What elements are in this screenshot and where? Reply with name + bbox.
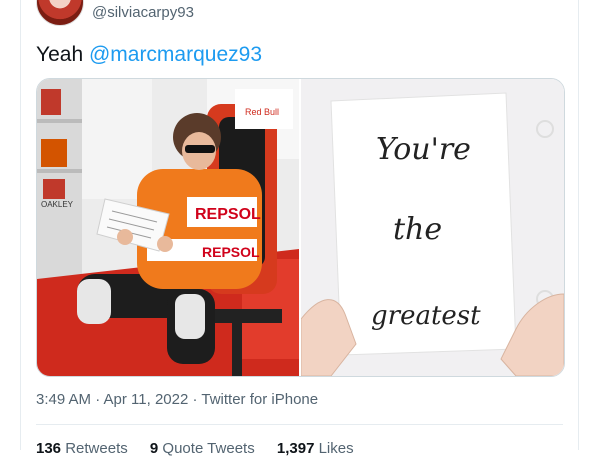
card-line-2: the bbox=[393, 212, 442, 247]
likes-count: 1,397 bbox=[276, 440, 315, 457]
card-border-right bbox=[578, 0, 579, 450]
svg-text:REPSOL: REPSOL bbox=[202, 244, 260, 260]
svg-text:OAKLEY: OAKLEY bbox=[41, 200, 74, 209]
likes-stat[interactable]: 1,397 Likes bbox=[277, 440, 354, 457]
retweets-count: 136 bbox=[36, 440, 62, 457]
tweet-stats: 136 Retweets 9 Quote Tweets 1,397 Likes bbox=[36, 440, 372, 457]
svg-text:REPSOL: REPSOL bbox=[195, 206, 261, 223]
avatar[interactable] bbox=[36, 0, 84, 26]
quote-tweets-count: 9 bbox=[149, 440, 159, 457]
tweet-text: Yeah @marcmarquez93 bbox=[36, 42, 262, 68]
tweet-text-prefix: Yeah bbox=[36, 43, 89, 66]
tweet-timestamp[interactable]: 3:49 AM · Apr 11, 2022 · Twitter for iPh… bbox=[36, 391, 318, 408]
user-handle[interactable]: @silviacarpy93 bbox=[92, 4, 194, 21]
media-photo-card[interactable]: You're the greatest bbox=[301, 79, 564, 376]
card-line-1: You're bbox=[376, 132, 471, 167]
quote-tweets-stat[interactable]: 9 Quote Tweets bbox=[150, 440, 255, 457]
mention-link[interactable]: @marcmarquez93 bbox=[89, 43, 262, 66]
greeting-card-photo: You're the greatest bbox=[301, 79, 564, 376]
card-line-3: greatest bbox=[371, 301, 481, 331]
media-photo-rider[interactable]: REPSOL REPSOL Red Bull OAKLEY bbox=[37, 79, 299, 376]
svg-text:Red Bull: Red Bull bbox=[245, 107, 279, 117]
divider bbox=[36, 424, 563, 425]
tweet-media[interactable]: REPSOL REPSOL Red Bull OAKLEY You're the… bbox=[36, 78, 565, 377]
retweets-stat[interactable]: 136 Retweets bbox=[36, 440, 128, 457]
rider-photo: REPSOL REPSOL Red Bull OAKLEY bbox=[37, 79, 299, 376]
quote-tweets-label: Quote Tweets bbox=[162, 440, 255, 457]
card-border-left bbox=[20, 0, 21, 450]
retweets-label: Retweets bbox=[65, 440, 128, 457]
tweet-card: @silviacarpy93 Yeah @marcmarquez93 REPSO… bbox=[0, 0, 600, 457]
likes-label: Likes bbox=[318, 440, 354, 457]
